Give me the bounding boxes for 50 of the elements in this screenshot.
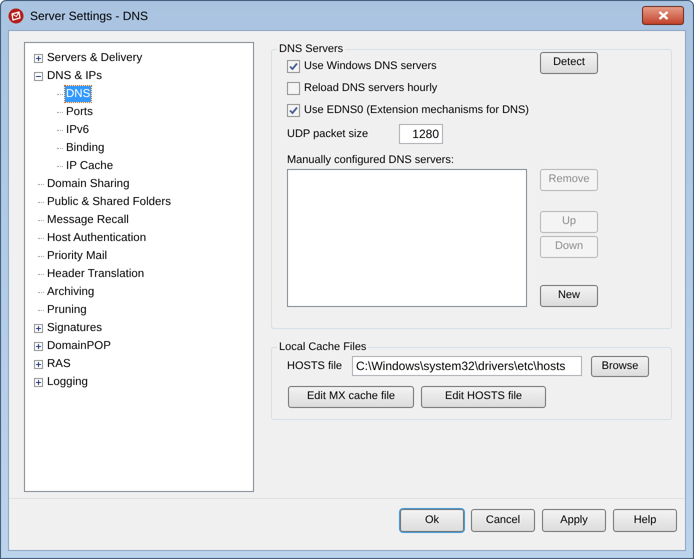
expand-icon[interactable] [34,378,43,386]
tree-item[interactable]: DomainPOP [46,338,112,354]
new-button[interactable]: New [540,284,598,306]
tree-item[interactable]: IP Cache [65,158,114,174]
tree-item[interactable]: Message Recall [46,212,130,228]
tree-item[interactable]: Archiving [46,284,96,300]
field-label: Manually configured DNS servers: [287,152,455,166]
tree-item[interactable]: Binding [65,140,106,156]
tree-item[interactable]: DNS & IPs [46,68,103,84]
input-field[interactable]: C:\Windows\system32\drivers\etc\hosts [352,356,582,376]
checkbox-label: Use Windows DNS servers [304,59,437,74]
expand-icon[interactable] [34,54,43,62]
checkbox[interactable] [287,82,300,95]
edit-file-button[interactable]: Edit MX cache file [288,386,414,408]
browse-button[interactable]: Browse [591,356,649,376]
field-label: UDP packet size [287,126,370,142]
envelope-logo-icon [8,8,24,24]
tree-item[interactable]: Logging [46,374,89,390]
tree-item[interactable]: IPv6 [65,122,90,138]
group-title: Local Cache Files [278,340,368,355]
cancel-button[interactable]: Cancel [471,509,535,532]
input-field[interactable]: 1280 [399,124,443,144]
tree-item[interactable]: Host Authentication [46,230,148,246]
checkbox[interactable] [287,104,300,117]
edit-file-button[interactable]: Edit HOSTS file [421,386,546,408]
group-title: DNS Servers [278,42,344,57]
checkbox-label: Reload DNS servers hourly [304,81,438,96]
field-label: HOSTS file [287,358,344,374]
checkbox[interactable] [287,60,300,73]
apply-button[interactable]: Apply [542,509,606,532]
expand-icon[interactable] [34,360,43,368]
detect-button[interactable]: Detect [540,52,598,74]
tree-item[interactable]: Priority Mail [46,248,108,264]
tree-item[interactable]: Pruning [46,302,88,318]
help-button[interactable]: Help [613,509,677,532]
expand-icon[interactable] [34,324,43,332]
tree-item[interactable]: Public & Shared Folders [46,194,172,210]
tree-item[interactable]: Domain Sharing [46,176,130,192]
collapse-icon[interactable] [34,72,43,80]
tree-item[interactable]: Servers & Delivery [46,50,144,66]
close-button[interactable] [642,6,684,25]
tree-item[interactable]: RAS [46,356,72,372]
tree-item[interactable]: Signatures [46,320,103,336]
tree-item[interactable]: Header Translation [46,266,146,282]
ok-button[interactable]: Ok [400,509,464,532]
expand-icon[interactable] [34,342,43,350]
tree-item[interactable]: Ports [65,104,94,120]
window-title: Server Settings - DNS [30,8,148,24]
close-icon [658,11,668,20]
checkbox-label: Use EDNS0 (Extension mechanisms for DNS) [304,103,529,118]
